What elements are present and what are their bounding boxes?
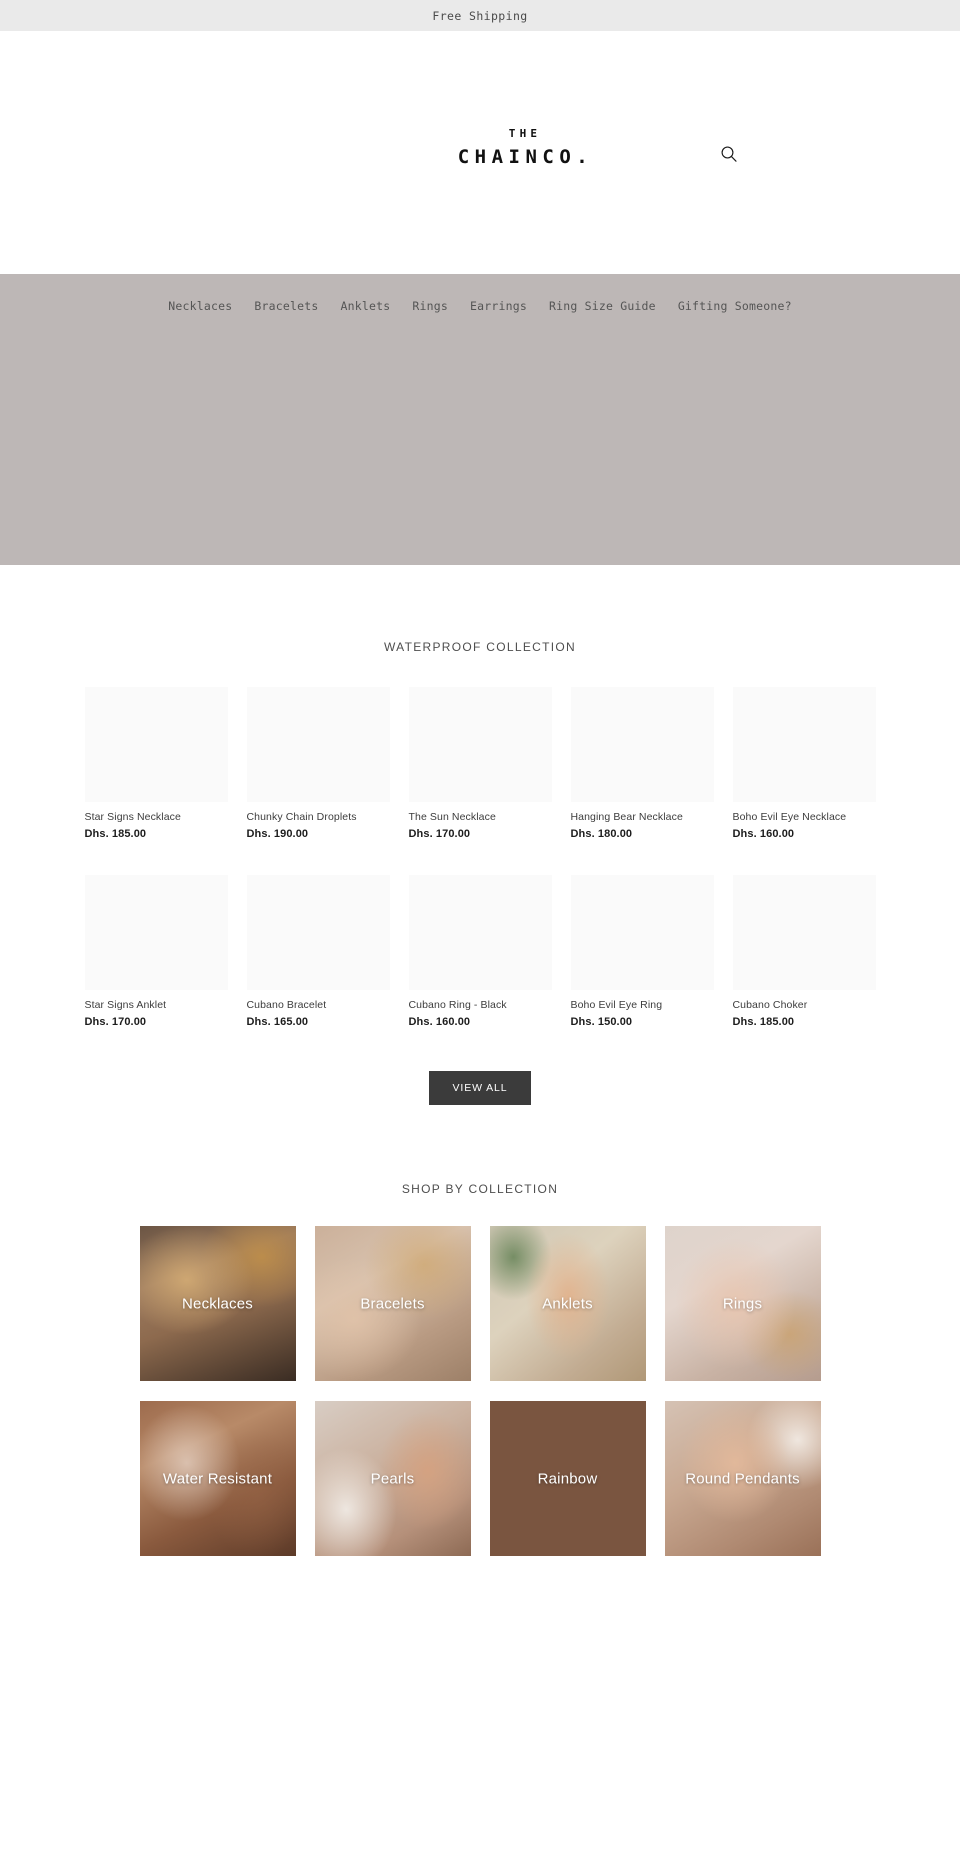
nav-item-bracelets[interactable]: Bracelets (243, 299, 329, 313)
collection-label: Anklets (542, 1295, 593, 1312)
product-price: Dhs. 170.00 (84, 1016, 147, 1028)
hero-banner[interactable] (0, 274, 960, 565)
view-all-wrap: VIEW ALL (0, 1071, 960, 1105)
collection-label: Round Pendants (685, 1470, 800, 1487)
collection-grid: Necklaces Bracelets Anklets Rings Water … (0, 1226, 960, 1556)
product-image[interactable] (732, 687, 876, 802)
shop-by-collection-title: SHOP BY COLLECTION (401, 1182, 559, 1196)
product-name: Boho Evil Eye Ring (570, 999, 663, 1011)
product-image[interactable] (84, 875, 228, 990)
nav-item-necklaces[interactable]: Necklaces (157, 299, 243, 313)
storefront-page: Free Shipping THE CHAINCO. Necklaces Bra… (0, 0, 960, 1556)
product-price: Dhs. 180.00 (570, 828, 633, 840)
shop-by-collection-section: SHOP BY COLLECTION Necklaces Bracelets A… (0, 1182, 960, 1556)
collection-label: Pearls (370, 1470, 415, 1487)
product-card[interactable]: Cubano Ring - Black Dhs. 160.00 (408, 875, 552, 1028)
product-image[interactable] (84, 687, 228, 802)
collection-label: Rings (722, 1295, 763, 1312)
product-card[interactable]: Cubano Choker Dhs. 185.00 (732, 875, 876, 1028)
product-name: Cubano Ring - Black (408, 999, 507, 1011)
collection-tile-bracelets[interactable]: Bracelets (314, 1226, 471, 1381)
collection-label: Rainbow (537, 1470, 598, 1487)
nav-item-anklets[interactable]: Anklets (329, 299, 401, 313)
search-icon (719, 144, 739, 164)
collection-label: Bracelets (360, 1295, 425, 1312)
logo-the-text: THE (508, 127, 542, 140)
product-price: Dhs. 165.00 (246, 1016, 309, 1028)
product-image[interactable] (246, 875, 390, 990)
product-card[interactable]: Boho Evil Eye Ring Dhs. 150.00 (570, 875, 714, 1028)
collection-label: Water Resistant (162, 1470, 273, 1487)
product-price: Dhs. 160.00 (732, 828, 795, 840)
collection-label: Necklaces (182, 1295, 253, 1312)
collection-tile-round-pendants[interactable]: Round Pendants (664, 1401, 821, 1556)
product-card[interactable]: Chunky Chain Droplets Dhs. 190.00 (246, 687, 390, 840)
product-price: Dhs. 185.00 (84, 828, 147, 840)
product-image[interactable] (246, 687, 390, 802)
waterproof-collection-section: WATERPROOF COLLECTION Star Signs Necklac… (0, 640, 960, 1105)
product-image[interactable] (570, 687, 714, 802)
product-card[interactable]: The Sun Necklace Dhs. 170.00 (408, 687, 552, 840)
product-image[interactable] (408, 875, 552, 990)
product-name: Chunky Chain Droplets (246, 811, 357, 823)
nav-item-rings[interactable]: Rings (401, 299, 459, 313)
collection-tile-necklaces[interactable]: Necklaces (139, 1226, 296, 1381)
product-card[interactable]: Boho Evil Eye Necklace Dhs. 160.00 (732, 687, 876, 840)
main-navigation: Necklaces Bracelets Anklets Rings Earrin… (0, 299, 960, 313)
product-name: The Sun Necklace (408, 811, 496, 823)
product-name: Star Signs Anklet (84, 999, 167, 1011)
collection-tile-water-resistant[interactable]: Water Resistant (139, 1401, 296, 1556)
product-name: Boho Evil Eye Necklace (732, 811, 847, 823)
product-grid-row-2: Star Signs Anklet Dhs. 170.00 Cubano Bra… (0, 875, 960, 1028)
collection-tile-rainbow[interactable]: Rainbow (489, 1401, 646, 1556)
announcement-bar: Free Shipping (0, 0, 960, 31)
product-image[interactable] (732, 875, 876, 990)
nav-item-earrings[interactable]: Earrings (459, 299, 538, 313)
product-name: Star Signs Necklace (84, 811, 181, 823)
logo[interactable]: THE CHAINCO. (0, 127, 960, 170)
product-grid-row-1: Star Signs Necklace Dhs. 185.00 Chunky C… (0, 687, 960, 840)
search-button[interactable] (719, 144, 739, 164)
logo-brand-text: CHAINCO. (457, 146, 594, 168)
product-price: Dhs. 170.00 (408, 828, 471, 840)
nav-item-gifting-someone[interactable]: Gifting Someone? (667, 299, 803, 313)
product-name: Cubano Choker (732, 999, 808, 1011)
collection-tile-anklets[interactable]: Anklets (489, 1226, 646, 1381)
product-image[interactable] (570, 875, 714, 990)
collection-tile-rings[interactable]: Rings (664, 1226, 821, 1381)
announcement-text: Free Shipping (432, 8, 528, 23)
product-card[interactable]: Cubano Bracelet Dhs. 165.00 (246, 875, 390, 1028)
logo-wrap: THE CHAINCO. (453, 127, 594, 170)
product-price: Dhs. 150.00 (570, 1016, 633, 1028)
product-name: Hanging Bear Necklace (570, 811, 683, 823)
site-header: THE CHAINCO. Necklaces Bracelets Anklets… (0, 31, 960, 313)
product-price: Dhs. 160.00 (408, 1016, 471, 1028)
product-card[interactable]: Star Signs Necklace Dhs. 185.00 (84, 687, 228, 840)
view-all-button[interactable]: VIEW ALL (429, 1071, 531, 1105)
product-card[interactable]: Star Signs Anklet Dhs. 170.00 (84, 875, 228, 1028)
collection-tile-pearls[interactable]: Pearls (314, 1401, 471, 1556)
waterproof-collection-title: WATERPROOF COLLECTION (384, 640, 576, 654)
product-price: Dhs. 190.00 (246, 828, 309, 840)
product-card[interactable]: Hanging Bear Necklace Dhs. 180.00 (570, 687, 714, 840)
product-price: Dhs. 185.00 (732, 1016, 795, 1028)
nav-item-ring-size-guide[interactable]: Ring Size Guide (538, 299, 667, 313)
product-image[interactable] (408, 687, 552, 802)
product-name: Cubano Bracelet (246, 999, 327, 1011)
